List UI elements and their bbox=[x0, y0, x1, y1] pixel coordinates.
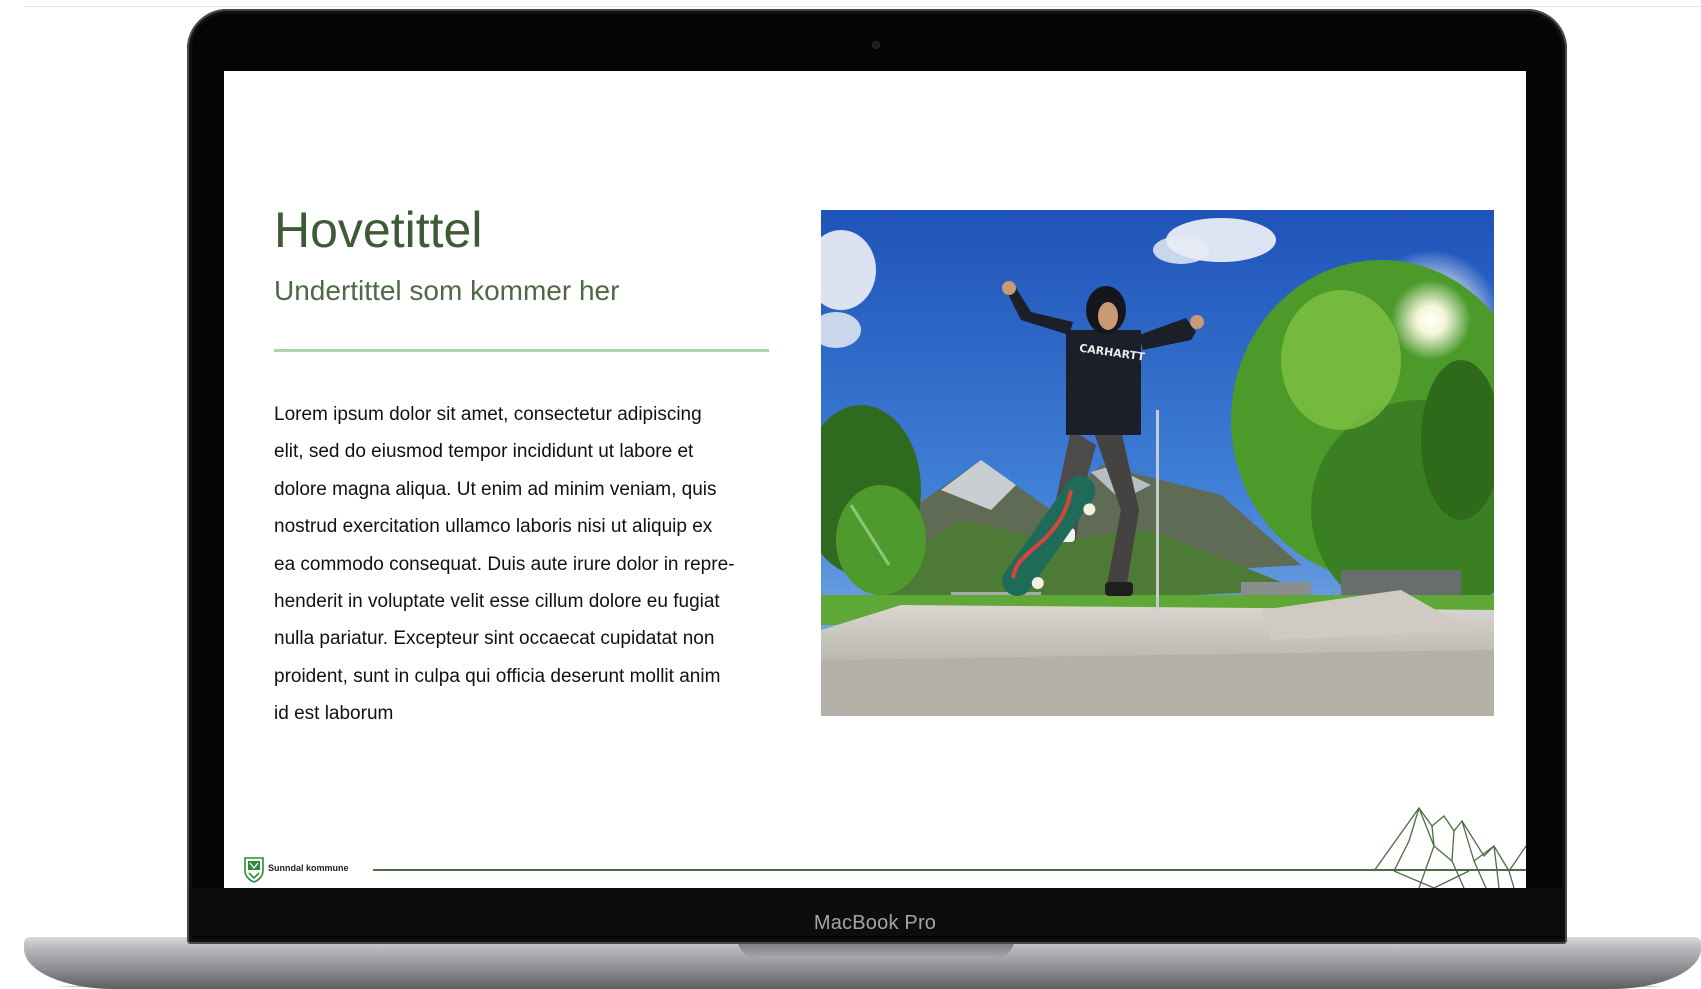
slide-body-text: Lorem ipsum dolor sit amet, consectetur … bbox=[274, 404, 735, 725]
footer-line bbox=[373, 869, 1526, 871]
municipal-shield-icon bbox=[244, 857, 264, 883]
screenshot-canvas: MacBook Pro Hovetittel Undertittel som k… bbox=[0, 0, 1701, 989]
skateboarder-photo: CARHARTT bbox=[821, 210, 1494, 716]
camera-icon bbox=[872, 41, 880, 49]
slide-subtitle: Undertittel som kommer her bbox=[274, 275, 620, 306]
slide: Hovetittel Undertittel som kommer her Lo… bbox=[224, 71, 1526, 888]
title-divider bbox=[274, 349, 769, 352]
slide-title: Hovetittel bbox=[274, 202, 483, 258]
footer-org-name: Sunndal kommune bbox=[268, 863, 349, 873]
mountain-outline-icon bbox=[1374, 806, 1526, 888]
top-rule bbox=[24, 6, 1701, 7]
laptop-model-label: MacBook Pro bbox=[813, 912, 937, 934]
